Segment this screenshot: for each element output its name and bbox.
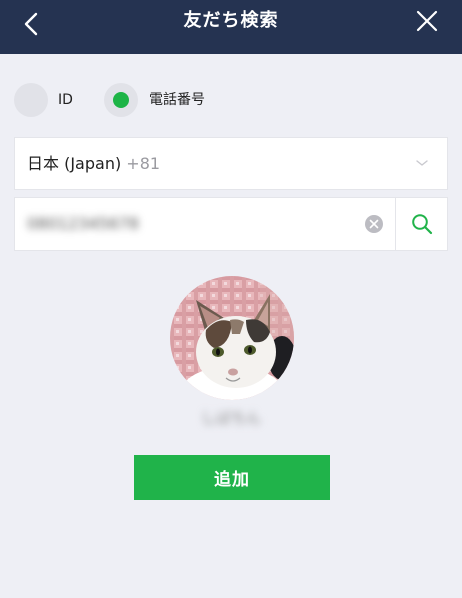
friend-display-name: しばちん bbox=[200, 409, 261, 427]
top-bar: 友だち検索 bbox=[0, 0, 462, 54]
avatar bbox=[170, 276, 294, 400]
add-friend-button[interactable]: 追加 bbox=[134, 455, 330, 500]
radio-selected-indicator bbox=[113, 92, 129, 108]
country-label: 日本 (Japan) +81 bbox=[27, 138, 160, 189]
radio-phone-number[interactable] bbox=[104, 83, 138, 117]
chevron-down-icon bbox=[416, 160, 428, 166]
phone-number-field[interactable]: 08012345678 bbox=[14, 197, 448, 251]
search-icon[interactable] bbox=[410, 212, 434, 236]
radio-id[interactable] bbox=[14, 83, 48, 117]
country-name: 日本 (Japan) bbox=[27, 154, 122, 173]
page-title: 友だち検索 bbox=[183, 10, 279, 31]
country-select[interactable]: 日本 (Japan) +81 bbox=[14, 137, 448, 190]
clear-icon[interactable] bbox=[364, 214, 384, 234]
cat-photo bbox=[170, 276, 294, 400]
phone-number-input[interactable]: 08012345678 bbox=[27, 198, 139, 250]
field-divider bbox=[395, 198, 396, 250]
radio-phone-number-label: 電話番号 bbox=[149, 92, 205, 108]
search-type-selector: ID 電話番号 bbox=[0, 83, 462, 119]
radio-id-label: ID bbox=[58, 92, 73, 108]
close-icon[interactable] bbox=[410, 8, 446, 44]
country-code: +81 bbox=[126, 154, 161, 173]
